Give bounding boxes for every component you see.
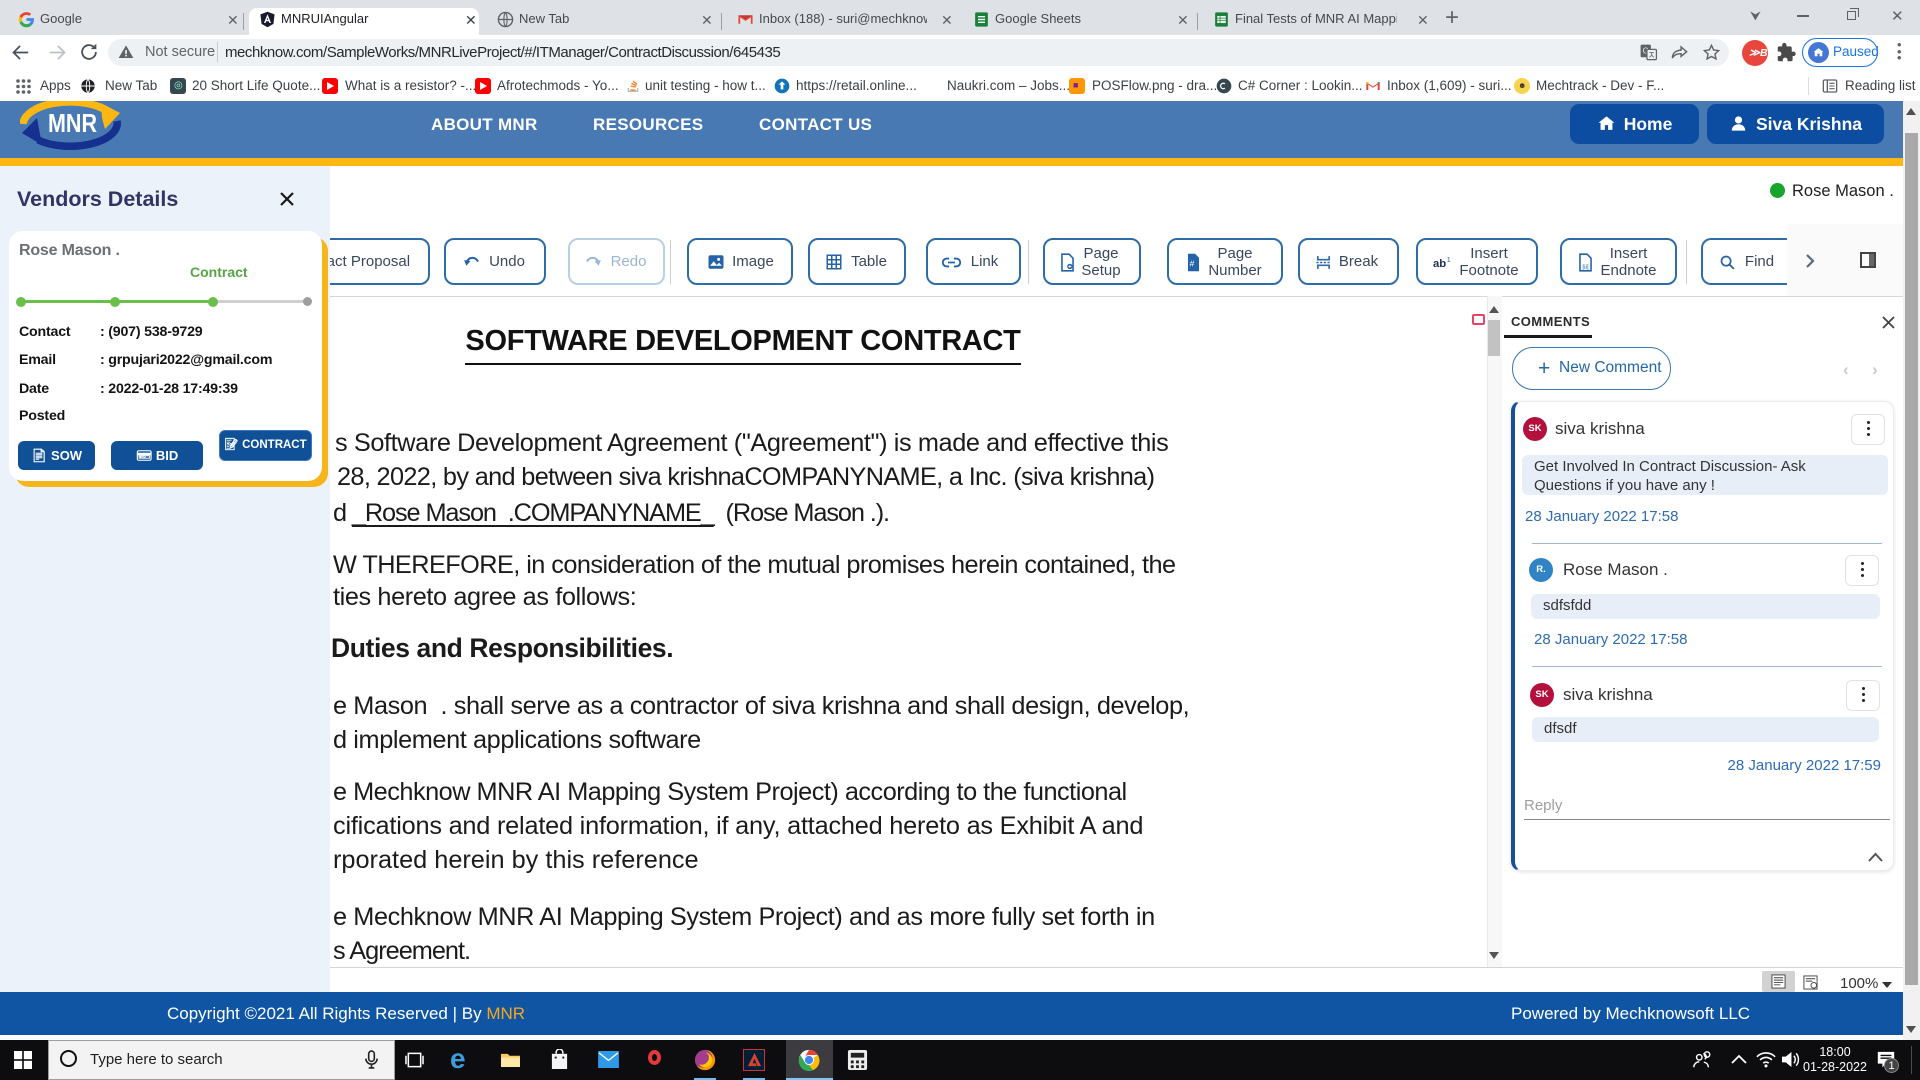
svg-text:MNR: MNR	[48, 108, 97, 138]
